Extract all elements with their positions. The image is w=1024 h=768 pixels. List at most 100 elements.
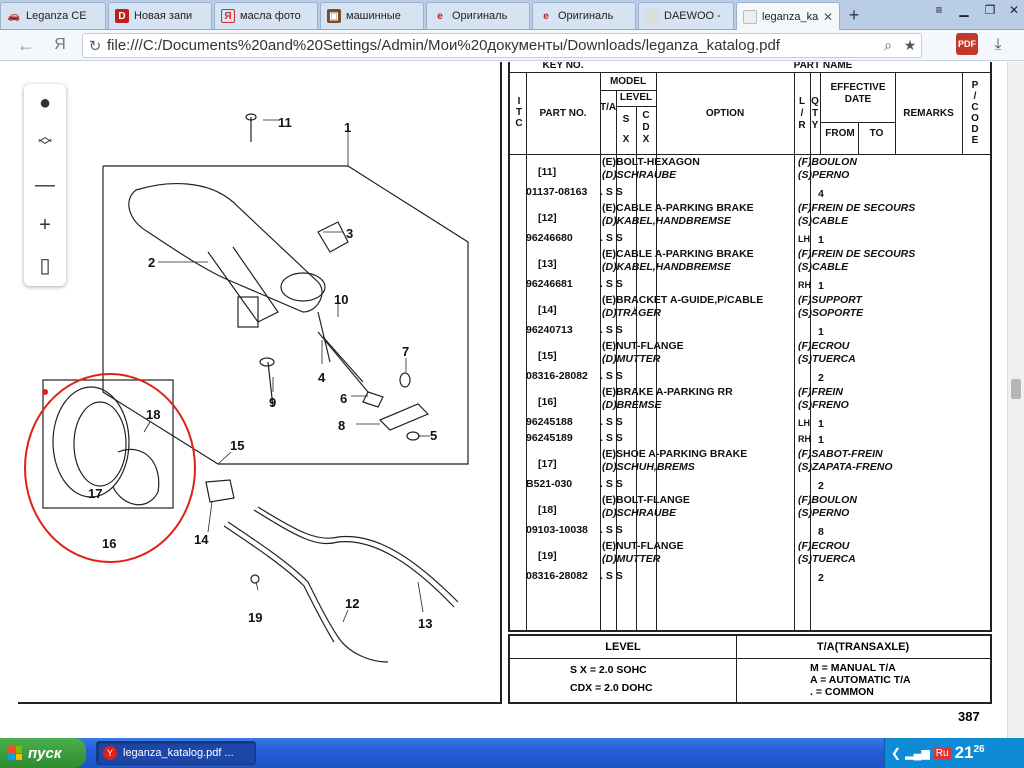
page-up-down-icon[interactable]: ︿ ﹀ <box>24 124 66 158</box>
parking-brake-diagram: 1 2 3 4 5 6 7 8 9 10 11 12 13 14 15 16 1… <box>24 113 469 663</box>
level-header: LEVEL <box>619 92 653 103</box>
windows-logo-icon <box>8 746 22 760</box>
clock-hour[interactable]: 21 <box>955 743 974 763</box>
taskbar-window-label: leganza_katalog.pdf ... <box>123 747 234 759</box>
table-row: [18] 09103-10038 . S S (E)BOLT-FLANGE (D… <box>526 494 857 538</box>
legend-table: LEVEL T/A(TRANSAXLE) S X = 2.0 SOHC CDX … <box>508 634 992 704</box>
language-indicator[interactable]: Ru <box>933 747 951 759</box>
callout-13: 13 <box>418 616 432 631</box>
download-icon[interactable]: ⤓ <box>988 34 1008 56</box>
tab-oil-photo[interactable]: Я масла фото <box>214 2 318 29</box>
lr-header: L / R <box>798 96 806 131</box>
tab-daewoo[interactable]: DAEWOO - <box>638 2 734 29</box>
part-no-header: PART NO. <box>539 108 587 119</box>
legend-ta-header: T/A(TRANSAXLE) <box>816 641 910 653</box>
diagram-panel: 1 2 3 4 5 6 7 8 9 10 11 12 13 14 15 16 1… <box>18 62 502 704</box>
clock-minute[interactable]: 26 <box>974 744 985 755</box>
tab-label: Оригиналь <box>558 10 614 22</box>
table-row: [12] 96246680 . S S (E)CABLE A-PARKING B… <box>526 202 916 246</box>
effective-date-header: EFFECTIVE DATE <box>830 82 886 105</box>
tab-label: DAEWOO - <box>664 10 721 22</box>
table-row: [17] B521-030 . S S (E)SHOE A-PARKING BR… <box>526 448 893 492</box>
taskbar-window-button[interactable]: Y leganza_katalog.pdf ... <box>96 741 256 765</box>
car-icon: 🚗 <box>7 10 21 22</box>
vertical-scrollbar[interactable] <box>1007 62 1024 738</box>
tab-original-1[interactable]: e Оригиналь <box>426 2 530 29</box>
cursor-dot-icon[interactable]: ● <box>24 86 66 120</box>
tab-label: Новая запи <box>134 10 193 22</box>
blank-page-icon <box>645 9 659 23</box>
table-row: [13] 96246681 . S S (E)CABLE A-PARKING B… <box>526 248 916 292</box>
sx-header: SX <box>622 114 630 145</box>
callout-5: 5 <box>430 428 437 443</box>
page-number: 387 <box>958 709 980 724</box>
menu-icon[interactable]: ≡ <box>927 2 951 18</box>
remarks-header: REMARKS <box>903 108 954 119</box>
start-label: пуск <box>28 744 62 762</box>
table-row: [14] 96240713 . S S (E)BRACKET A-GUIDE,P… <box>526 294 864 338</box>
close-window-button[interactable]: ✕ <box>1002 2 1024 18</box>
table-row: [15] 08316-28082 . S S (E)NUT-FLANGE (D)… <box>526 340 856 384</box>
zoom-out-icon[interactable]: — <box>24 168 66 202</box>
start-button[interactable]: пуск <box>0 738 86 768</box>
from-header: FROM <box>825 128 855 139</box>
tab-original-2[interactable]: e Оригиналь <box>532 2 636 29</box>
pdf-icon <box>743 9 757 24</box>
address-bar: ← Я ↻ file:///C:/Documents%20and%20Setti… <box>0 30 1024 61</box>
tab-label: Leganza CE <box>26 10 87 22</box>
cdx-header: CDX <box>642 110 650 145</box>
new-tab-button[interactable]: + <box>842 5 866 25</box>
fit-page-icon[interactable]: ▯ <box>24 248 66 282</box>
callout-2: 2 <box>148 255 155 270</box>
model-header: MODEL <box>609 76 647 87</box>
callout-11: 11 <box>278 115 292 130</box>
close-tab-icon[interactable]: ✕ <box>823 10 833 24</box>
search-icon[interactable]: ⌕ <box>877 37 899 54</box>
pdf-viewport[interactable]: 1 2 3 4 5 6 7 8 9 10 11 12 13 14 15 16 1… <box>0 62 1024 738</box>
scrollbar-thumb[interactable] <box>1011 379 1021 399</box>
tab-machine[interactable]: ▣ машинные <box>320 2 424 29</box>
callout-15: 15 <box>230 438 244 453</box>
legend-ta-line: . = COMMON <box>810 686 874 698</box>
url-text[interactable]: file:///C:/Documents%20and%20Settings/Ad… <box>107 37 877 54</box>
callout-10: 10 <box>334 292 348 307</box>
callout-4: 4 <box>318 370 326 385</box>
reload-icon[interactable]: ↻ <box>83 37 107 55</box>
tab-label: машинные <box>346 10 401 22</box>
callout-12: 12 <box>345 596 359 611</box>
zoom-in-icon[interactable]: + <box>24 208 66 242</box>
table-row: [16] (E)BRAKE A-PARKING RR (D)BREMSE (F)… <box>526 386 849 446</box>
image-icon: ▣ <box>327 9 341 23</box>
tray-arrow-icon[interactable]: ❮ <box>891 746 901 760</box>
legend-level-line: CDX = 2.0 DOHC <box>570 682 653 694</box>
yandex-browser-icon: Y <box>103 746 117 760</box>
d-favicon-icon: D <box>115 9 129 23</box>
ta-header: T/A <box>600 102 617 113</box>
callout-14: 14 <box>194 532 209 547</box>
callout-1: 1 <box>344 120 351 135</box>
legend-level-line: S X = 2.0 SOHC <box>570 664 647 676</box>
to-header: TO <box>869 128 884 139</box>
table-row: [19] 08316-28082 . S S (E)NUT-FLANGE (D)… <box>526 540 856 584</box>
pdf-extension-icon[interactable]: PDF <box>956 33 978 55</box>
tab-leganza-ce[interactable]: 🚗 Leganza CE <box>0 2 106 29</box>
back-arrow-icon[interactable]: ← <box>14 34 38 56</box>
yandex-favicon-icon: Я <box>221 9 235 23</box>
bookmark-star-icon[interactable]: ★ <box>899 37 921 54</box>
callout-7: 7 <box>402 344 409 359</box>
key-no-header: KEY NO. <box>542 62 584 71</box>
callout-18: 18 <box>146 407 160 422</box>
url-field[interactable]: ↻ file:///C:/Documents%20and%20Settings/… <box>82 33 922 58</box>
tab-label: leganza_ka <box>762 10 819 23</box>
network-icon[interactable]: ▂▄▆ <box>905 747 930 760</box>
minimize-button[interactable]: ▁ <box>952 2 976 18</box>
tab-strip: 🚗 Leganza CE D Новая запи Я масла фото ▣… <box>0 0 1024 30</box>
table-row: [11] 01137-08163 . S S (E)BOLT-HEXAGON (… <box>526 156 857 200</box>
tab-label: масла фото <box>240 10 301 22</box>
tab-leganza-katalog[interactable]: leganza_ka ✕ <box>736 2 840 30</box>
tab-label: Оригиналь <box>452 10 508 22</box>
yandex-logo[interactable]: Я <box>50 34 70 56</box>
tab-new-entry[interactable]: D Новая запи <box>108 2 212 29</box>
callout-6: 6 <box>340 391 347 406</box>
maximize-button[interactable]: ❐ <box>978 2 1002 18</box>
